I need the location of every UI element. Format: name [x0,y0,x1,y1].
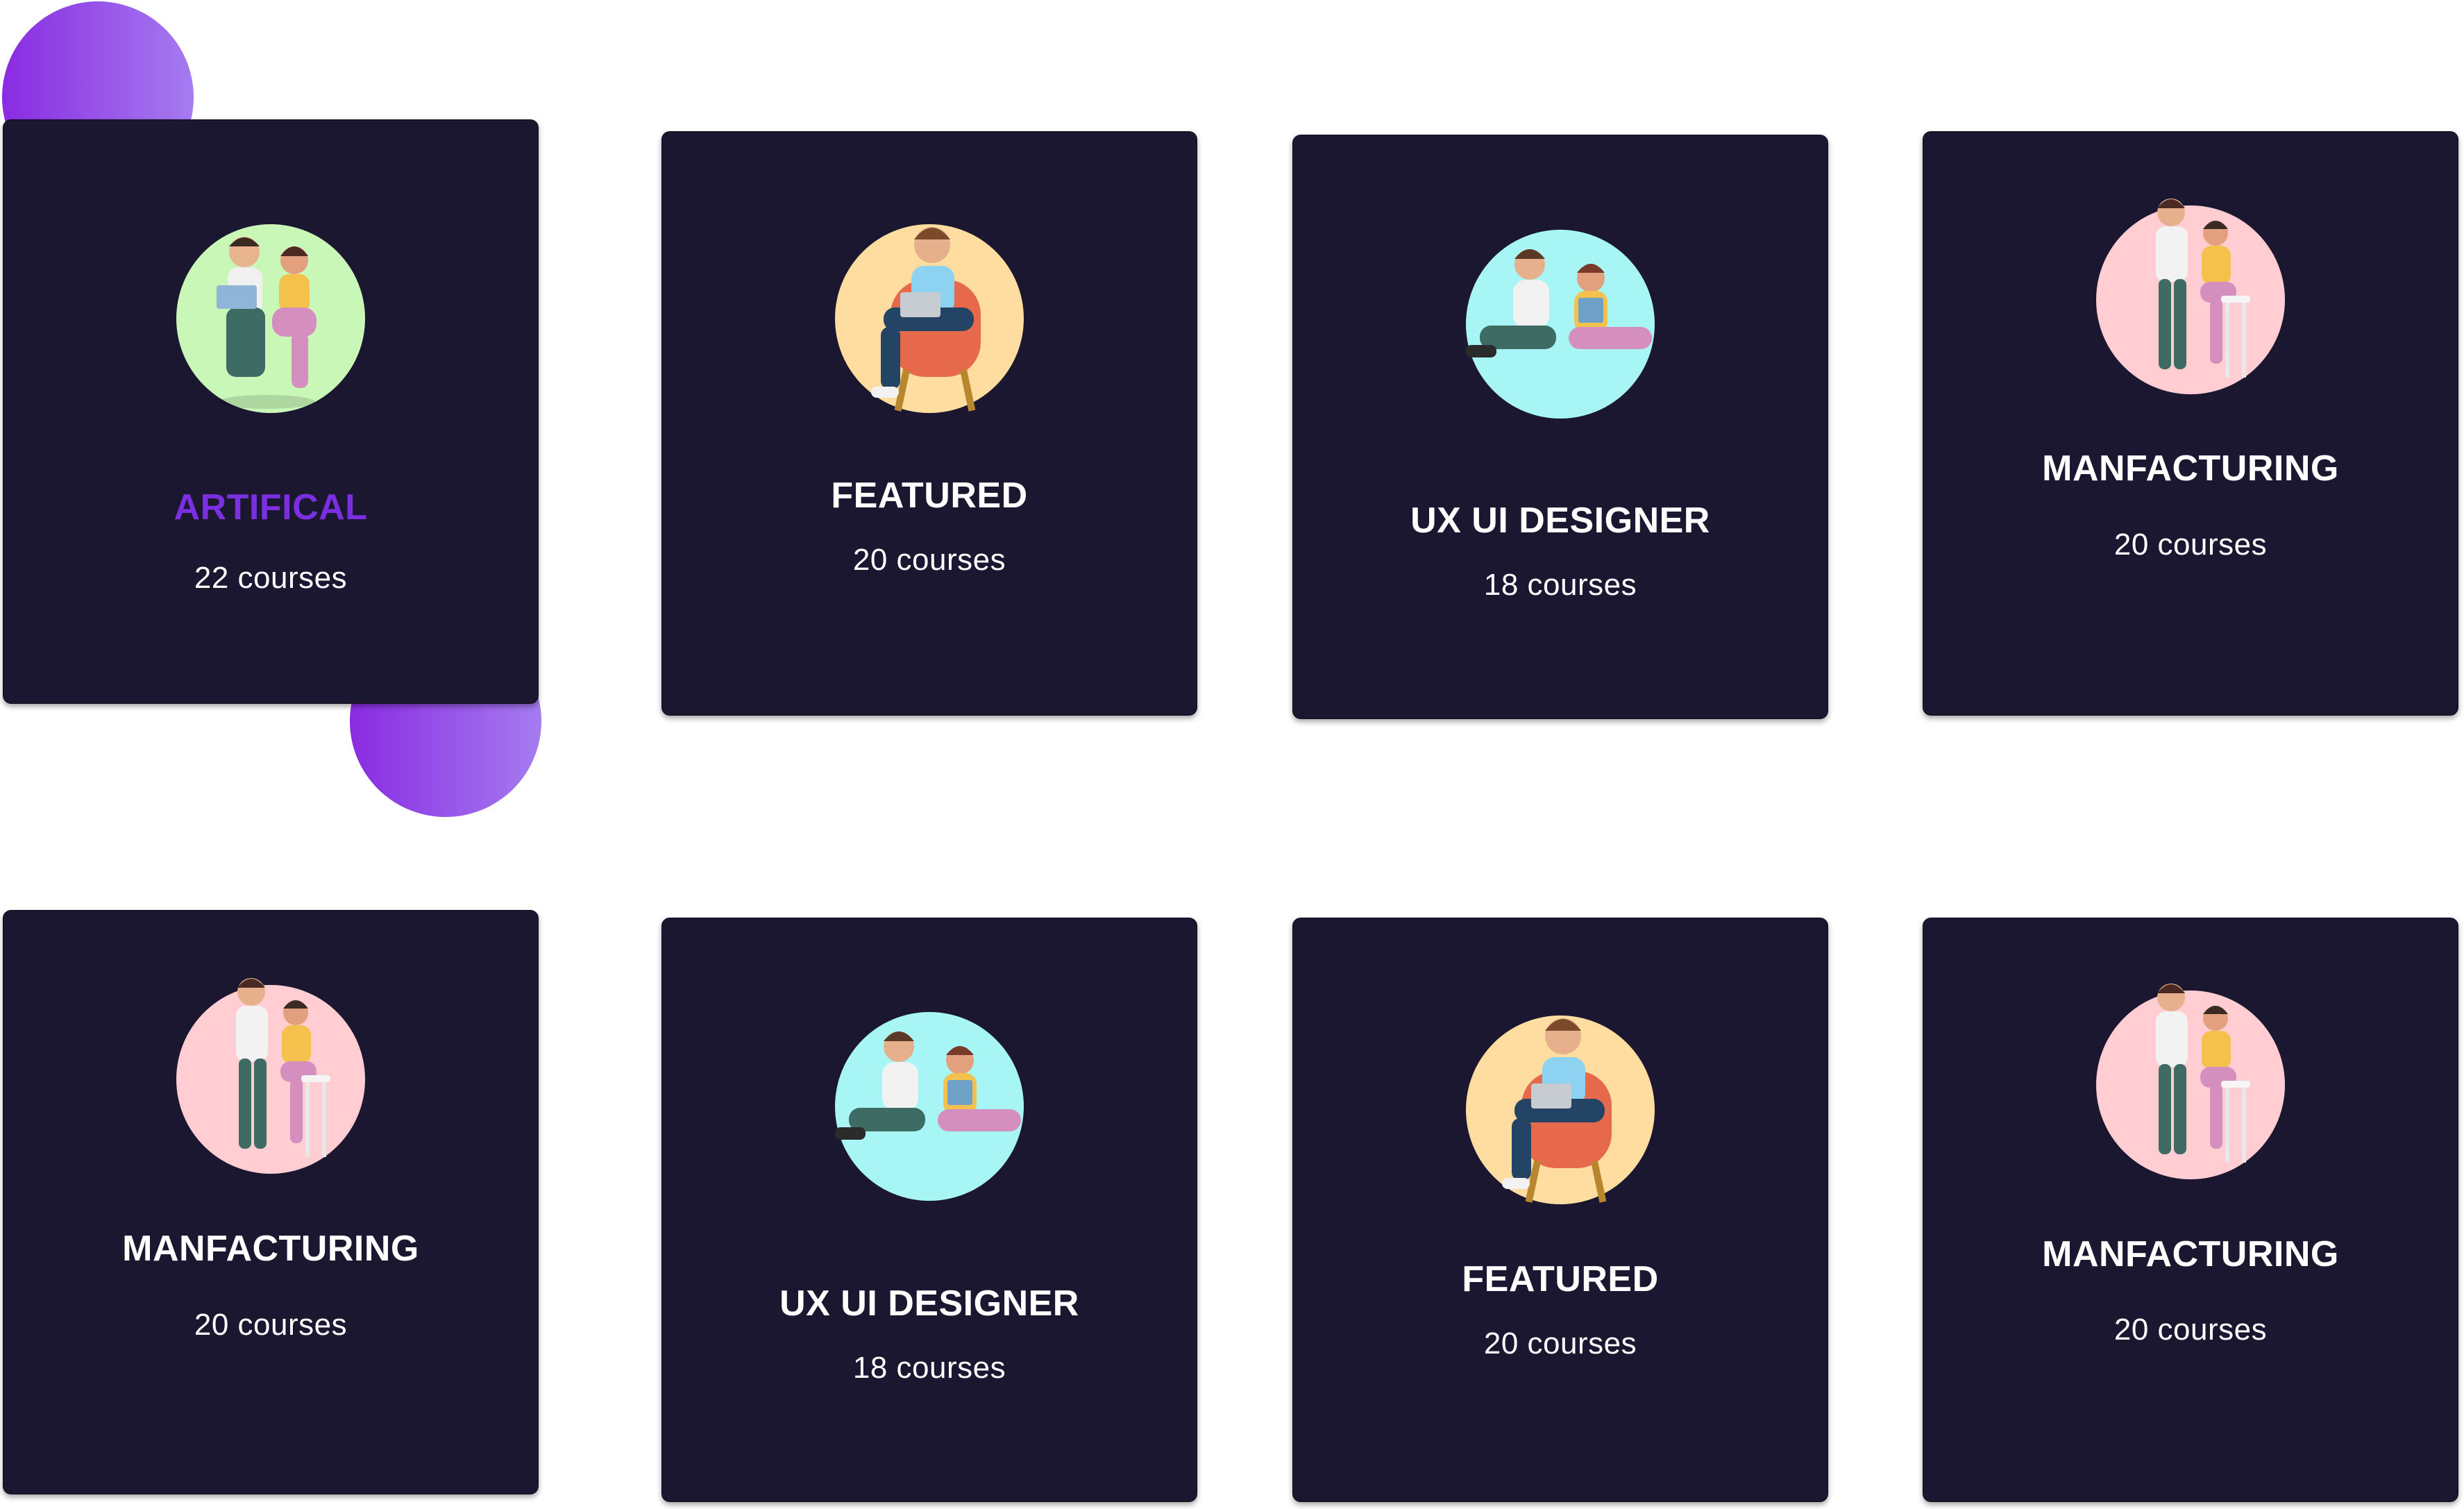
couple-sitting-icon [835,1012,1024,1201]
category-card-manfacturing[interactable]: MANFACTURING 20 courses [3,910,539,1494]
man-in-armchair-icon [835,224,1024,413]
category-card-featured[interactable]: FEATURED 20 courses [1292,918,1828,1502]
couple-standing-icon [2096,199,2285,394]
category-title: UX UI DESIGNER [779,1283,1079,1324]
couple-standing-icon [2096,984,2285,1179]
category-grid: ARTIFICAL 22 courses FEATURED 20 courses [0,0,2464,1509]
category-card-manfacturing[interactable]: MANFACTURING 20 courses [1923,918,2458,1502]
category-card-artifical[interactable]: ARTIFICAL 22 courses [3,119,539,704]
category-course-count: 20 courses [2113,528,2268,562]
category-title: MANFACTURING [2042,448,2339,489]
category-course-count: 22 courses [194,561,348,595]
category-course-count: 18 courses [852,1351,1006,1385]
category-course-count: 20 courses [194,1308,348,1342]
category-title: UX UI DESIGNER [1410,500,1710,541]
category-card-manfacturing[interactable]: MANFACTURING 20 courses [1923,131,2458,716]
category-title: FEATURED [1462,1259,1659,1299]
couple-sitting-icon [1466,230,1655,419]
category-course-count: 18 courses [1483,568,1637,602]
couple-standing-icon [176,978,365,1174]
category-card-ux-ui-designer[interactable]: UX UI DESIGNER 18 courses [661,918,1197,1502]
category-course-count: 20 courses [852,543,1006,577]
category-title: MANFACTURING [122,1229,419,1269]
category-title: FEATURED [831,475,1028,516]
couple-with-laptop-icon [176,224,365,413]
category-title: ARTIFICAL [174,487,368,528]
man-in-armchair-icon [1466,1015,1655,1204]
category-card-ux-ui-designer[interactable]: UX UI DESIGNER 18 courses [1292,135,1828,719]
category-title: MANFACTURING [2042,1234,2339,1274]
category-course-count: 20 courses [2113,1313,2268,1347]
category-card-featured[interactable]: FEATURED 20 courses [661,131,1197,716]
category-course-count: 20 courses [1483,1326,1637,1360]
